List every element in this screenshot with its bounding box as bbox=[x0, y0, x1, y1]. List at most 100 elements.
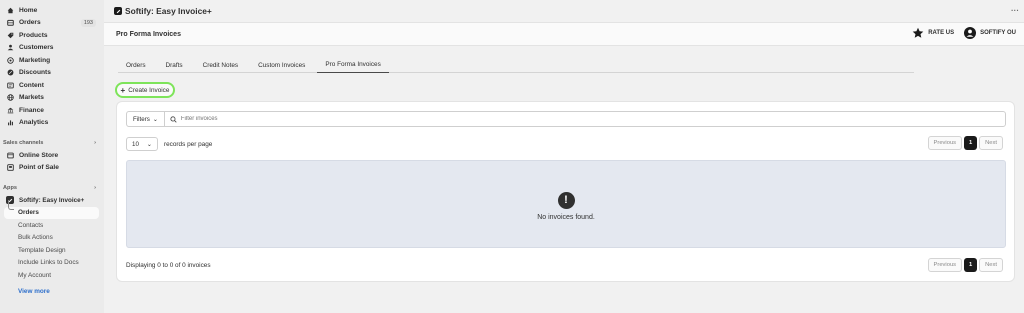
current-page-button[interactable]: 1 bbox=[964, 258, 978, 272]
tab-orders[interactable]: Orders bbox=[118, 57, 154, 73]
store-icon bbox=[6, 151, 14, 159]
search-icon bbox=[170, 115, 177, 123]
apps-heading: Apps bbox=[3, 185, 17, 191]
nav-label: Online Store bbox=[19, 151, 59, 159]
nav-label: Finance bbox=[19, 106, 44, 114]
records-per-page-select[interactable]: 10 ⌄ bbox=[126, 137, 158, 151]
nav-label: Content bbox=[19, 81, 44, 89]
nav-label: Point of Sale bbox=[19, 164, 59, 172]
star-icon bbox=[912, 27, 924, 38]
invoices-card: Filters ⌄ 10 ⌄ records per page Previous… bbox=[116, 101, 1015, 282]
nav-markets[interactable]: Markets bbox=[0, 92, 104, 105]
page-header: Pro Forma Invoices RATE US SOFTIFY OU bbox=[104, 22, 1024, 46]
alert-icon: ! bbox=[557, 191, 575, 209]
invoice-tabs: Orders Drafts Credit Notes Custom Invoic… bbox=[118, 57, 914, 73]
chevron-down-icon: ⌄ bbox=[146, 140, 152, 148]
app-sub-my-account[interactable]: My Account bbox=[0, 269, 104, 282]
app-sub-orders[interactable]: Orders bbox=[4, 206, 99, 219]
previous-page-button[interactable]: Previous bbox=[927, 136, 963, 150]
sales-channels-section[interactable]: Sales channels › bbox=[0, 137, 104, 149]
pagination-top: Previous 1 Next bbox=[927, 136, 1003, 150]
chevron-down-icon: ⌄ bbox=[152, 116, 158, 123]
nav-content[interactable]: Content bbox=[0, 79, 104, 92]
discount-icon bbox=[6, 69, 14, 77]
app-sub-bulk-actions[interactable]: Bulk Actions bbox=[0, 232, 104, 245]
nav-products[interactable]: Products bbox=[0, 29, 104, 42]
orders-icon bbox=[6, 19, 14, 27]
nav-online-store[interactable]: Online Store bbox=[0, 149, 104, 162]
tab-credit-notes[interactable]: Credit Notes bbox=[195, 57, 247, 73]
nav-orders[interactable]: Orders 193 bbox=[0, 17, 104, 30]
apps-section[interactable]: Apps › bbox=[0, 182, 104, 194]
account-button[interactable]: SOFTIFY OU bbox=[964, 27, 1016, 39]
filter-bar: Filters ⌄ bbox=[126, 111, 1006, 127]
bank-icon bbox=[6, 106, 14, 114]
create-invoice-label: Create Invoice bbox=[128, 86, 170, 94]
nav-finance[interactable]: Finance bbox=[0, 104, 104, 117]
nav-label: Customers bbox=[19, 44, 54, 52]
next-page-button[interactable]: Next bbox=[979, 136, 1003, 150]
nav-discounts[interactable]: Discounts bbox=[0, 67, 104, 80]
app-sub-include-links[interactable]: Include Links to Docs bbox=[0, 257, 104, 270]
softify-logo-icon bbox=[114, 7, 122, 15]
nav-customers[interactable]: Customers bbox=[0, 42, 104, 55]
empty-state: ! No invoices found. bbox=[126, 160, 1006, 248]
empty-state-message: No invoices found. bbox=[537, 213, 595, 221]
tab-pro-forma-invoices[interactable]: Pro Forma Invoices bbox=[317, 57, 389, 73]
pos-icon bbox=[6, 164, 14, 172]
filters-button[interactable]: Filters ⌄ bbox=[127, 112, 165, 126]
sales-channels-heading: Sales channels bbox=[3, 140, 44, 146]
chevron-right-icon: › bbox=[94, 140, 96, 146]
filters-label: Filters bbox=[133, 115, 150, 123]
records-per-page-value: 10 bbox=[132, 140, 139, 148]
records-per-page-label: records per page bbox=[164, 140, 213, 148]
nav-label: Discounts bbox=[19, 69, 51, 77]
tab-custom-invoices[interactable]: Custom Invoices bbox=[250, 57, 313, 73]
nav-marketing[interactable]: Marketing bbox=[0, 54, 104, 67]
rate-us-label: RATE US bbox=[928, 30, 955, 36]
results-summary: Displaying 0 to 0 of 0 invoices bbox=[126, 262, 211, 269]
tag-icon bbox=[6, 31, 14, 39]
header-actions: RATE US SOFTIFY OU bbox=[912, 27, 1016, 39]
orders-count-badge: 193 bbox=[80, 18, 96, 27]
tab-drafts[interactable]: Drafts bbox=[158, 57, 191, 73]
person-icon bbox=[6, 44, 14, 52]
plus-icon: + bbox=[120, 85, 126, 95]
nav-label: Markets bbox=[19, 94, 44, 102]
nav-label: Orders bbox=[19, 19, 41, 27]
tree-connector bbox=[8, 200, 14, 210]
account-circle-icon bbox=[964, 27, 977, 39]
target-icon bbox=[6, 56, 14, 64]
nav-app-softify[interactable]: Softify: Easy Invoice+ bbox=[0, 194, 104, 207]
nav-label: Products bbox=[19, 31, 48, 39]
nav-home[interactable]: Home bbox=[0, 4, 104, 17]
pagination-bottom: Previous 1 Next bbox=[927, 258, 1003, 272]
nav-label: Marketing bbox=[19, 56, 51, 64]
nav-analytics[interactable]: Analytics bbox=[0, 117, 104, 130]
view-more-link[interactable]: View more bbox=[0, 286, 104, 299]
records-per-page-row: 10 ⌄ records per page bbox=[126, 136, 212, 152]
app-title-bar: Softify: Easy Invoice+ ··· bbox=[104, 0, 1024, 22]
app-name: Softify: Easy Invoice+ bbox=[19, 196, 85, 204]
chart-icon bbox=[6, 119, 14, 127]
chevron-right-icon: › bbox=[94, 185, 96, 191]
main-area: Softify: Easy Invoice+ ··· Pro Forma Inv… bbox=[104, 0, 1024, 313]
home-icon bbox=[6, 6, 14, 14]
create-invoice-button[interactable]: + Create Invoice bbox=[115, 82, 175, 98]
app-sub-template-design[interactable]: Template Design bbox=[0, 244, 104, 257]
content-icon bbox=[6, 81, 14, 89]
more-actions-button[interactable]: ··· bbox=[1011, 6, 1019, 15]
filter-invoices-input[interactable] bbox=[180, 116, 881, 122]
account-label: SOFTIFY OU bbox=[980, 30, 1016, 36]
rate-us-button[interactable]: RATE US bbox=[912, 27, 954, 39]
nav-point-of-sale[interactable]: Point of Sale bbox=[0, 162, 104, 175]
page-title: Pro Forma Invoices bbox=[116, 30, 181, 38]
current-page-button[interactable]: 1 bbox=[964, 136, 978, 150]
app-title: Softify: Easy Invoice+ bbox=[125, 6, 212, 16]
nav-label: Home bbox=[19, 6, 38, 14]
globe-icon bbox=[6, 94, 14, 102]
nav-label: Analytics bbox=[19, 119, 49, 127]
next-page-button[interactable]: Next bbox=[979, 258, 1003, 272]
app-sub-contacts[interactable]: Contacts bbox=[0, 219, 104, 232]
previous-page-button[interactable]: Previous bbox=[927, 258, 963, 272]
